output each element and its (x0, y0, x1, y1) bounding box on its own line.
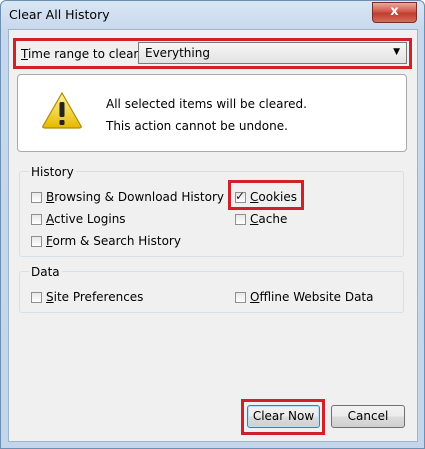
checkbox-cache[interactable]: Cache (235, 212, 287, 226)
close-icon: x (390, 4, 399, 19)
checkbox-browsing-download-history[interactable]: Browsing & Download History (31, 190, 224, 204)
time-range-label: Time range to clear: (21, 47, 143, 61)
checkbox-label: Offline Website Data (250, 290, 374, 304)
title-bar[interactable]: Clear All History x (1, 1, 424, 29)
chevron-down-icon: ▼ (393, 47, 400, 57)
checkbox-cookies[interactable]: Cookies (235, 189, 297, 204)
warning-panel: All selected items will be cleared. This… (17, 74, 407, 152)
checkbox-box[interactable] (31, 191, 42, 203)
checkbox-label: Form & Search History (46, 234, 181, 248)
checkbox-label: Cache (250, 212, 288, 226)
checkbox-box[interactable] (31, 291, 42, 303)
checkbox-offline-website-data[interactable]: Offline Website Data (235, 290, 374, 304)
warning-triangle-icon (42, 91, 82, 129)
time-range-value: Everything (145, 46, 210, 60)
checkbox-label: Active Logins (46, 212, 126, 226)
time-range-select[interactable]: Everything ▼ (138, 42, 407, 64)
checkbox-box[interactable] (235, 291, 246, 303)
dialog-window: Clear All History x Time range to clear:… (0, 0, 425, 449)
checkbox-box[interactable] (31, 213, 42, 225)
checkbox-box-checked[interactable] (235, 189, 246, 203)
checkbox-label: Cookies (250, 190, 297, 204)
checkbox-box[interactable] (235, 213, 246, 225)
window-title: Clear All History (9, 7, 110, 22)
warning-text-line-1: All selected items will be cleared. (106, 97, 307, 111)
checkbox-box[interactable] (31, 235, 42, 247)
checkbox-label: Browsing & Download History (46, 190, 225, 204)
checkbox-form-search-history[interactable]: Form & Search History (31, 234, 181, 248)
dialog-body: Time range to clear: Everything ▼ All se… (8, 29, 418, 442)
clear-now-button[interactable]: Clear Now (247, 405, 320, 428)
checkbox-site-preferences[interactable]: Site Preferences (31, 290, 143, 304)
data-group-title: Data (29, 265, 62, 279)
time-range-row: Time range to clear: Everything ▼ (9, 30, 417, 70)
history-group-title: History (29, 165, 76, 179)
close-button[interactable]: x (372, 2, 417, 23)
checkbox-label: Site Preferences (46, 290, 144, 304)
cancel-button[interactable]: Cancel (331, 405, 405, 428)
checkbox-active-logins[interactable]: Active Logins (31, 212, 126, 226)
warning-text-line-2: This action cannot be undone. (106, 119, 288, 133)
